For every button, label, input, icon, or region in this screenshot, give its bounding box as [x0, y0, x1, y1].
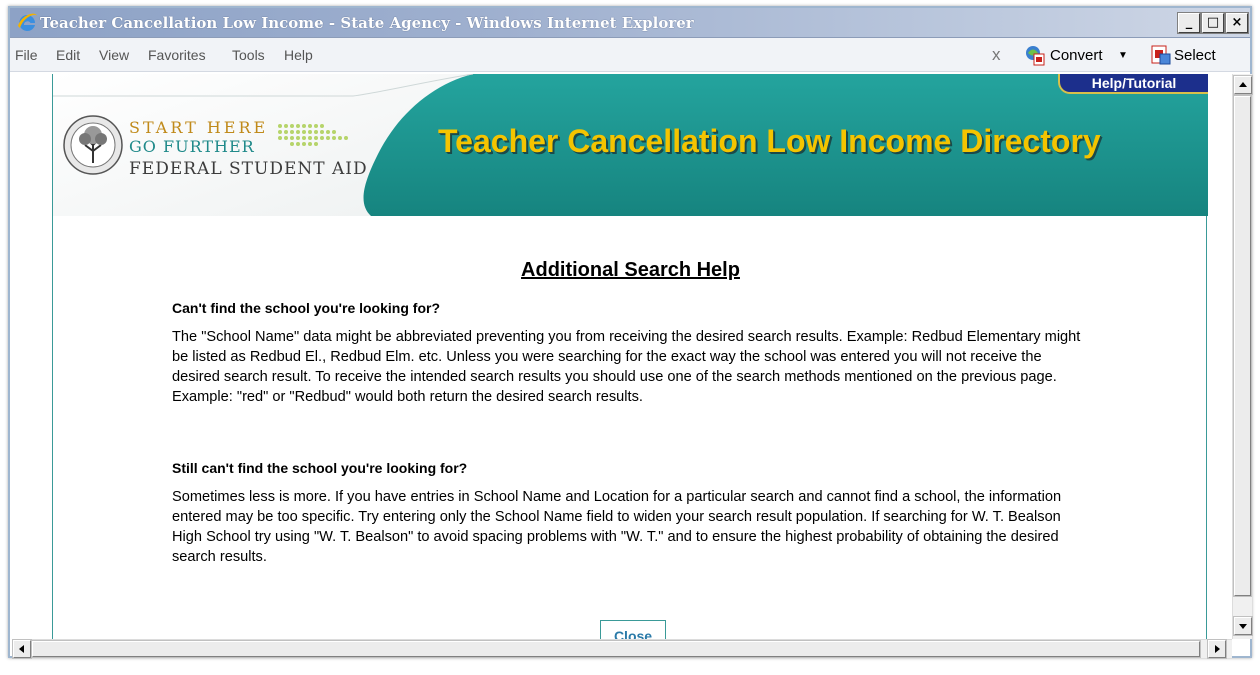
- page-content: START HERE GO FURTHER FEDERAL STUDENT AI…: [52, 74, 1208, 639]
- menu-favorites[interactable]: Favorites: [148, 47, 206, 63]
- department-seal-icon: [63, 115, 123, 175]
- vertical-scroll-thumb[interactable]: [1233, 95, 1252, 597]
- minimize-button[interactable]: _: [1177, 12, 1201, 34]
- title-bar[interactable]: Teacher Cancellation Low Income - State …: [10, 8, 1250, 38]
- arrow-up-icon: [1239, 82, 1247, 87]
- close-window-button[interactable]: ×: [1225, 12, 1249, 34]
- arrow-down-icon: [1239, 624, 1247, 629]
- page-title: Additional Search Help: [521, 259, 740, 281]
- logo-go-further: GO FURTHER: [129, 137, 255, 156]
- browser-window: Teacher Cancellation Low Income - State …: [8, 6, 1253, 659]
- logo-dots-icon: [278, 124, 348, 146]
- convert-label: Convert: [1050, 47, 1103, 64]
- pdf-convert-icon: [1026, 46, 1045, 66]
- help-paragraph-2: Sometimes less is more. If you have entr…: [172, 489, 1062, 565]
- menu-help[interactable]: Help: [284, 47, 313, 63]
- minimize-icon: _: [1185, 15, 1193, 30]
- close-toolbar-x-icon[interactable]: x: [992, 45, 1001, 65]
- horizontal-scroll-thumb[interactable]: [31, 640, 1201, 658]
- ie-logo-icon: [18, 13, 37, 31]
- logo-federal-student-aid: FEDERAL STUDENT AID: [129, 159, 368, 179]
- scroll-left-button[interactable]: [12, 639, 32, 659]
- horizontal-scrollbar[interactable]: [12, 639, 1232, 659]
- close-button[interactable]: Close: [600, 620, 666, 639]
- header-banner: START HERE GO FURTHER FEDERAL STUDENT AI…: [53, 74, 1208, 216]
- page-viewport[interactable]: START HERE GO FURTHER FEDERAL STUDENT AI…: [12, 74, 1230, 639]
- close-icon: ×: [1231, 15, 1243, 30]
- logo-start-here: START HERE: [129, 118, 269, 137]
- maximize-button[interactable]: □: [1201, 12, 1225, 34]
- arrow-right-icon: [1215, 645, 1220, 653]
- vertical-scrollbar[interactable]: [1232, 74, 1253, 639]
- scroll-down-button[interactable]: [1233, 616, 1253, 636]
- menu-file[interactable]: File: [15, 47, 38, 63]
- maximize-icon: □: [1206, 15, 1220, 30]
- chevron-down-icon[interactable]: ▼: [1118, 50, 1128, 61]
- select-label: Select: [1174, 47, 1216, 64]
- help-paragraph-1: The "School Name" data might be abbrevia…: [172, 329, 1081, 405]
- question-heading-1: Can't find the school you're looking for…: [172, 300, 440, 316]
- menu-tools[interactable]: Tools: [232, 47, 265, 63]
- question-heading-2: Still can't find the school you're looki…: [172, 460, 468, 476]
- help-tutorial-link[interactable]: Help/Tutorial: [1058, 74, 1208, 94]
- arrow-left-icon: [19, 645, 24, 653]
- scroll-up-button[interactable]: [1233, 75, 1253, 95]
- scroll-right-button[interactable]: [1207, 639, 1227, 659]
- menu-edit[interactable]: Edit: [56, 47, 80, 63]
- directory-title: Teacher Cancellation Low Income Director…: [438, 123, 1101, 159]
- window-title: Teacher Cancellation Low Income - State …: [40, 14, 694, 32]
- pdf-select-icon: [1151, 45, 1171, 65]
- menu-view[interactable]: View: [99, 47, 129, 63]
- menu-bar: File Edit View Favorites Tools Help x Co…: [10, 38, 1250, 72]
